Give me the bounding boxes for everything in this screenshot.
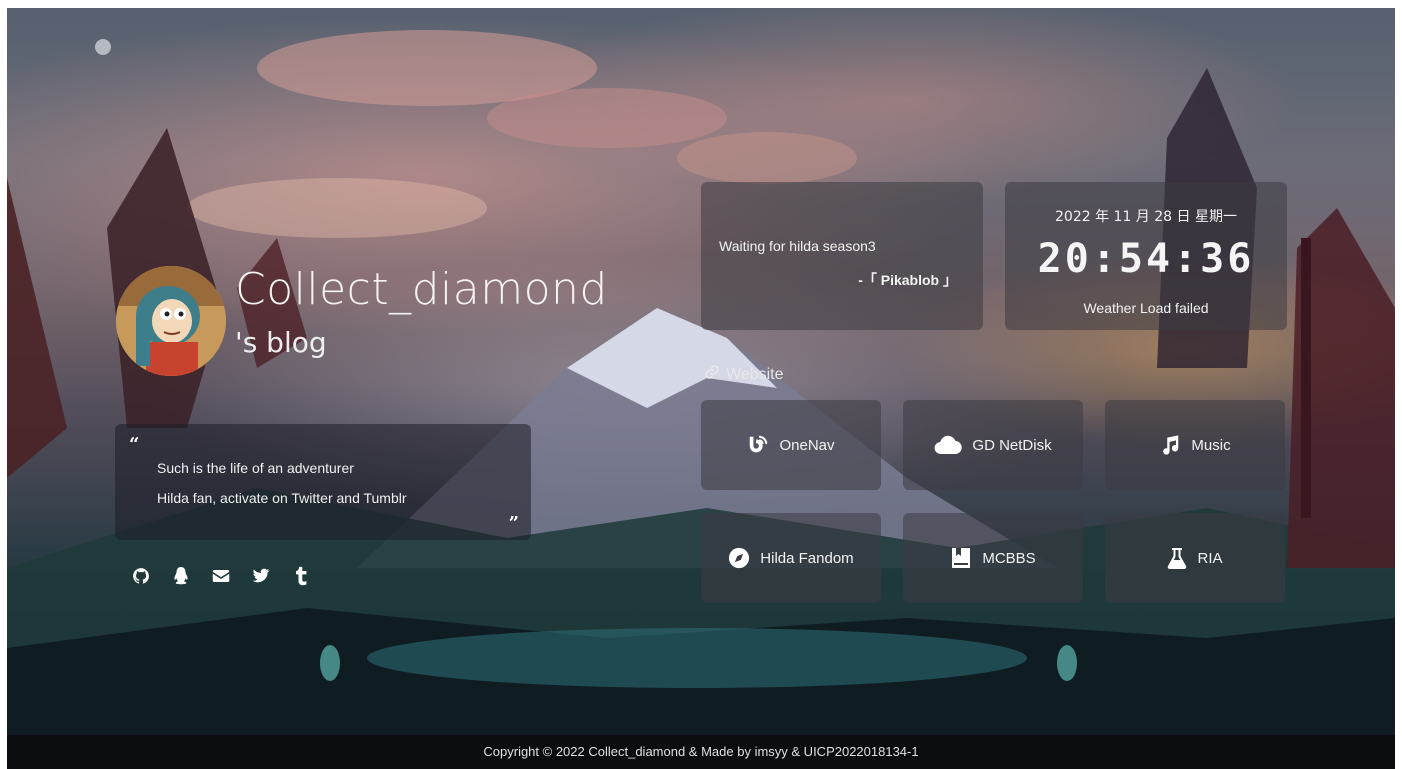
github-icon[interactable] — [130, 565, 152, 587]
link-mcbbs[interactable]: MCBBS — [903, 513, 1083, 603]
tumblr-icon[interactable] — [290, 565, 312, 587]
link-label: OneNav — [779, 436, 835, 454]
mail-icon[interactable] — [210, 565, 232, 587]
link-label: GD NetDisk — [972, 436, 1052, 454]
link-hilda-fandom[interactable]: Hilda Fandom — [701, 513, 881, 603]
moon-dot — [95, 39, 111, 55]
link-label: Music — [1191, 436, 1231, 454]
hitokoto-card[interactable]: Waiting for hilda season3 -「 Pikablob 」 — [701, 182, 983, 330]
hitokoto-from: -「 Pikablob 」 — [858, 272, 957, 288]
compass-icon — [728, 547, 750, 569]
footer-copyright: Copyright © 2022 Collect_diamond & Made … — [7, 735, 1395, 769]
description-line-2: Hilda fan, activate on Twitter and Tumbl… — [157, 490, 407, 506]
link-icon — [704, 364, 726, 385]
clock-time: 20:54:36 — [1037, 236, 1255, 282]
link-label: RIA — [1197, 549, 1223, 567]
quote-open-icon: “ — [129, 434, 140, 455]
twitter-icon[interactable] — [250, 565, 272, 587]
links-section-title: Website — [704, 364, 784, 385]
quote-close-icon: ” — [508, 513, 519, 534]
date-text: 2022 年 11 月 28 日 星期一 — [1055, 209, 1237, 225]
time-weather-card: 2022 年 11 月 28 日 星期一 20:54:36 Weather Lo… — [1005, 182, 1287, 330]
link-label: Hilda Fandom — [760, 549, 854, 567]
description-line-1: Such is the life of an adventurer — [157, 460, 354, 476]
link-gd-netdisk[interactable]: GD NetDisk — [903, 400, 1083, 490]
landscape-illustration — [7, 30, 1395, 769]
flask-icon — [1167, 547, 1187, 569]
link-onenav[interactable]: OneNav — [701, 400, 881, 490]
onenav-icon — [747, 434, 769, 456]
description-box[interactable]: “ Such is the life of an adventurer Hild… — [115, 424, 531, 540]
qq-icon[interactable] — [170, 565, 192, 587]
link-music[interactable]: Music — [1105, 400, 1285, 490]
site-subtitle: 's blog — [235, 326, 327, 359]
music-icon — [1159, 434, 1181, 456]
background-landscape: Collect_diamond 's blog “ Such is the li… — [7, 8, 1395, 769]
link-label: MCBBS — [982, 549, 1036, 567]
social-links — [130, 564, 330, 588]
links-section-label: Website — [726, 365, 784, 383]
link-ria[interactable]: RIA — [1105, 513, 1285, 603]
site-name: Collect_diamond — [235, 264, 608, 315]
hitokoto-text: Waiting for hilda season3 — [719, 238, 876, 254]
weather-text: Weather Load failed — [1083, 300, 1209, 316]
bookmark-book-icon — [950, 546, 972, 570]
avatar — [116, 266, 226, 376]
cloud-icon — [934, 435, 963, 455]
